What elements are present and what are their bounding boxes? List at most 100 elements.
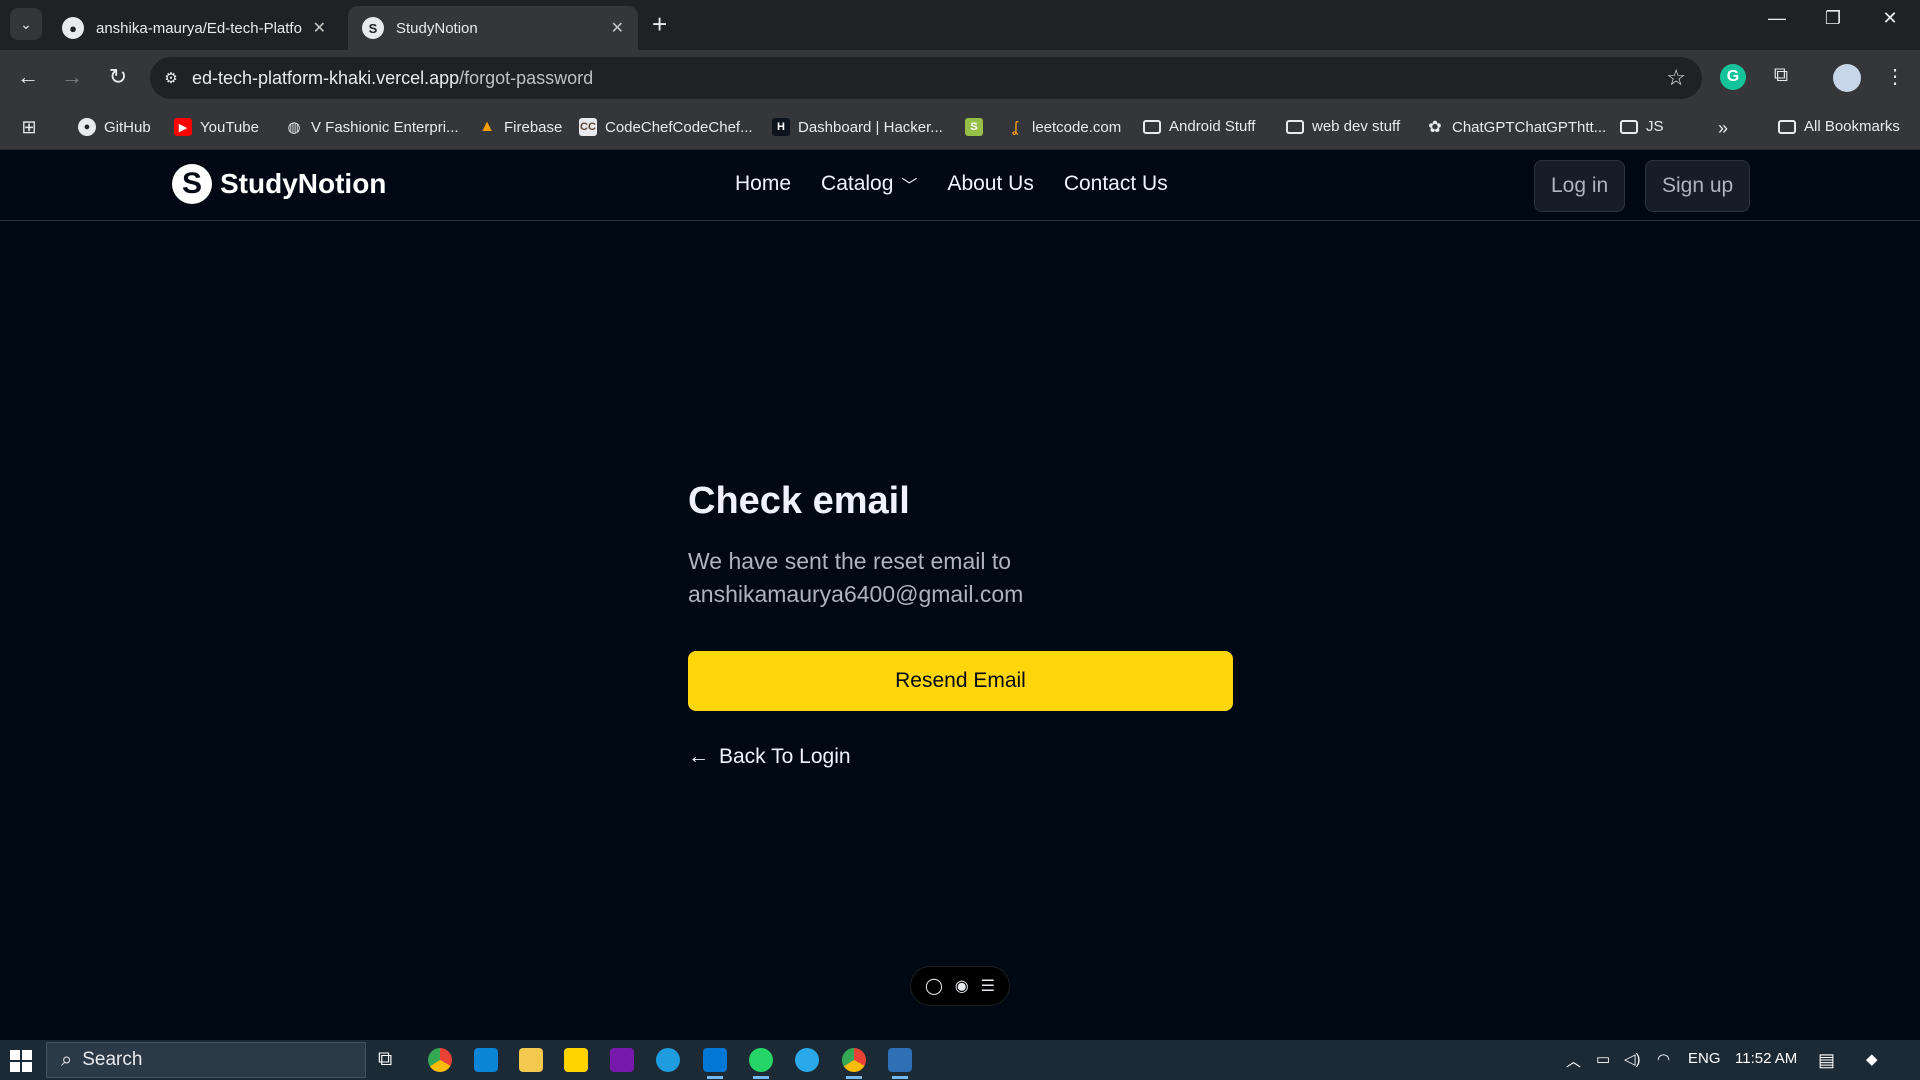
bookmark-label: leetcode.com xyxy=(1032,118,1122,136)
comment-icon[interactable]: ◯ xyxy=(925,976,943,996)
vscode-icon[interactable] xyxy=(703,1048,727,1079)
bookmark-label: Firebase xyxy=(504,118,563,136)
hackerrank-icon: H xyxy=(772,118,790,136)
bookmarks-overflow-icon[interactable]: » xyxy=(1718,118,1728,139)
tab-title: anshika-maurya/Ed-tech-Platfo xyxy=(96,19,302,37)
minimize-icon[interactable]: — xyxy=(1757,8,1797,29)
folder-icon xyxy=(1143,119,1161,134)
bookmark-hackerrank[interactable]: H Dashboard | Hacker... xyxy=(772,118,943,136)
tab-search-button[interactable]: ⌄ xyxy=(10,8,42,40)
bookmark-vfashionic[interactable]: ◍ V Fashionic Enterpri... xyxy=(285,118,459,137)
bookmark-label: GitHub xyxy=(104,118,151,136)
site-info-icon[interactable]: ⚙ xyxy=(150,69,192,87)
browser-tab-strip: ⌄ ● anshika-maurya/Ed-tech-Platfo ✕ S St… xyxy=(0,0,1920,50)
wifi-icon[interactable]: ◠ xyxy=(1657,1050,1670,1068)
firebase-icon: ▲ xyxy=(479,118,495,135)
eye-icon[interactable]: ◉ xyxy=(955,976,969,996)
tab-github[interactable]: ● anshika-maurya/Ed-tech-Platfo ✕ xyxy=(48,6,340,50)
bookmark-github[interactable]: ● GitHub xyxy=(78,118,151,136)
onenote-icon[interactable] xyxy=(610,1048,634,1072)
main-nav: Home Catalog ﹀ About Us Contact Us xyxy=(735,172,1168,196)
bookmark-shopify[interactable]: S xyxy=(965,118,991,136)
tab-title: StudyNotion xyxy=(396,19,478,37)
nav-contact[interactable]: Contact Us xyxy=(1064,172,1168,196)
window-close-icon[interactable]: ✕ xyxy=(1870,8,1910,29)
restore-icon[interactable]: ❐ xyxy=(1813,8,1853,29)
bookmark-firebase[interactable]: ▲ Firebase xyxy=(478,118,562,136)
resend-email-button[interactable]: Resend Email xyxy=(688,651,1233,711)
bookmark-label: Dashboard | Hacker... xyxy=(798,118,943,136)
bookmark-codechef[interactable]: CC CodeChefCodeChef... xyxy=(579,118,753,136)
search-placeholder: Search xyxy=(82,1049,143,1070)
windows-start-icon[interactable] xyxy=(10,1050,32,1072)
address-bar[interactable]: ⚙ ed-tech-platform-khaki.vercel.app/forg… xyxy=(150,57,1702,99)
github-icon: ● xyxy=(78,118,96,136)
nav-about[interactable]: About Us xyxy=(947,172,1033,196)
url-host: ed-tech-platform-khaki.vercel.app xyxy=(192,67,460,88)
url-text[interactable]: ed-tech-platform-khaki.vercel.app/forgot… xyxy=(192,68,593,89)
edge-icon[interactable] xyxy=(656,1048,680,1072)
bookmark-folder-js[interactable]: JS xyxy=(1620,118,1664,135)
message-line1: We have sent the reset email to xyxy=(688,548,1012,574)
file-explorer-icon[interactable] xyxy=(519,1048,543,1072)
check-email-panel: Check email We have sent the reset email… xyxy=(688,480,1233,769)
bookmark-label: ChatGPTChatGPThtt... xyxy=(1452,118,1607,136)
new-tab-button[interactable]: + xyxy=(652,10,667,38)
signup-button[interactable]: Sign up xyxy=(1645,160,1751,212)
site-logo[interactable]: S StudyNotion xyxy=(172,164,386,204)
bookmark-star-icon[interactable]: ☆ xyxy=(1666,65,1686,91)
sticky-notes-icon[interactable] xyxy=(564,1048,588,1072)
battery-icon[interactable]: ▭ xyxy=(1596,1050,1610,1068)
confirmation-message: We have sent the reset email to anshikam… xyxy=(688,545,1233,611)
logo-name: StudyNotion xyxy=(220,168,387,199)
apps-grid-icon[interactable]: ⊞ xyxy=(20,117,46,137)
mail-icon[interactable] xyxy=(474,1048,498,1072)
photos-icon[interactable] xyxy=(888,1048,912,1079)
tab-studynotion[interactable]: S StudyNotion ✕ xyxy=(348,6,638,50)
folder-icon xyxy=(1286,119,1304,134)
back-arrow-icon[interactable]: ← xyxy=(13,64,43,90)
youtube-icon: ▶ xyxy=(174,118,192,136)
bookmark-folder-webdev[interactable]: web dev stuff xyxy=(1286,118,1400,135)
bookmarks-bar: ⊞ ● GitHub ▶ YouTube ◍ V Fashionic Enterpri… xyxy=(0,106,1920,150)
shopify-icon: S xyxy=(965,118,983,136)
taskbar-search[interactable]: ⌕ Search xyxy=(46,1042,366,1078)
notifications-icon[interactable]: ▤ xyxy=(1818,1050,1835,1071)
volume-icon[interactable]: ◁) xyxy=(1624,1050,1641,1068)
nav-home[interactable]: Home xyxy=(735,172,791,196)
forward-arrow-icon[interactable]: → xyxy=(57,64,87,90)
email-address: anshikamaurya6400@gmail.com xyxy=(688,581,1024,607)
menu-icon[interactable]: ☰ xyxy=(981,976,995,996)
back-to-login-label: Back To Login xyxy=(719,745,851,768)
bookmark-folder-android[interactable]: Android Stuff xyxy=(1143,118,1255,135)
bookmark-chatgpt[interactable]: ✿ ChatGPTChatGPThtt... xyxy=(1426,118,1607,137)
more-menu-icon[interactable]: ⋮ xyxy=(1880,64,1910,89)
telegram-icon[interactable] xyxy=(795,1048,819,1072)
back-to-login-link[interactable]: ← Back To Login xyxy=(688,745,1233,769)
tray-chevron-up-icon[interactable]: ︿ xyxy=(1566,1050,1581,1071)
clock[interactable]: 11:52 AM xyxy=(1735,1050,1797,1067)
search-icon: ⌕ xyxy=(61,1048,73,1071)
profile-avatar[interactable] xyxy=(1833,64,1863,92)
bookmark-leetcode[interactable]: ʆ leetcode.com xyxy=(1006,118,1121,136)
login-button[interactable]: Log in xyxy=(1534,160,1626,212)
nav-catalog[interactable]: Catalog ﹀ xyxy=(821,172,917,196)
close-icon[interactable]: ✕ xyxy=(313,18,326,38)
chatgpt-icon: ✿ xyxy=(1428,119,1442,136)
chrome-icon[interactable] xyxy=(428,1048,452,1072)
close-icon[interactable]: ✕ xyxy=(611,18,624,38)
language-indicator[interactable]: ENG xyxy=(1688,1050,1721,1067)
github-icon: ● xyxy=(62,17,84,39)
copilot-icon[interactable]: ◆ xyxy=(1866,1050,1878,1068)
all-bookmarks-folder[interactable]: All Bookmarks xyxy=(1778,118,1900,135)
bookmark-label: V Fashionic Enterpri... xyxy=(311,118,459,136)
reload-icon[interactable]: ↻ xyxy=(103,64,133,90)
bookmark-label: CodeChefCodeChef... xyxy=(605,118,753,136)
grammarly-extension[interactable]: G xyxy=(1720,64,1750,90)
grammarly-icon: G xyxy=(1720,64,1746,90)
bookmark-youtube[interactable]: ▶ YouTube xyxy=(174,118,259,136)
chrome-active-icon[interactable] xyxy=(842,1048,866,1079)
whatsapp-icon[interactable] xyxy=(749,1048,773,1079)
task-view-icon[interactable]: ⧉ xyxy=(378,1048,402,1072)
extensions-puzzle-icon[interactable]: ⧉ xyxy=(1766,64,1796,87)
